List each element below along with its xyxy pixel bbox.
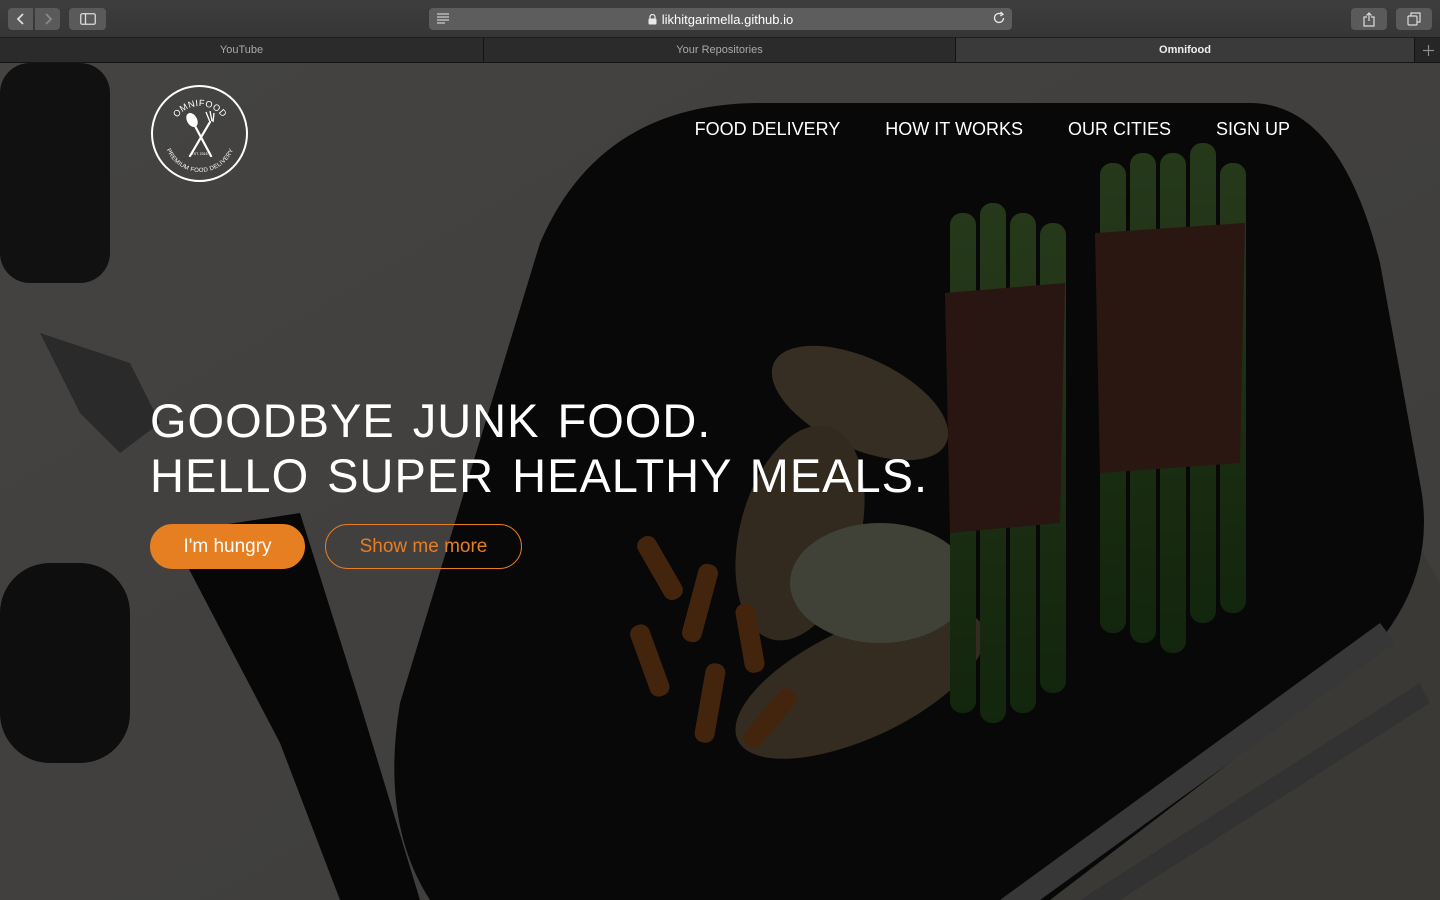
svg-text:OMNIFOOD: OMNIFOOD xyxy=(171,98,229,119)
omnifood-page: OMNIFOOD PREMIUM FOOD DELIVERY EST. 2015… xyxy=(0,63,1440,900)
show-me-more-button[interactable]: Show me more xyxy=(325,524,522,569)
share-button[interactable] xyxy=(1351,8,1387,30)
sidebar-icon xyxy=(79,13,96,25)
browser-toolbar: likhitgarimella.github.io xyxy=(0,0,1440,38)
new-tab-icon xyxy=(1422,44,1434,56)
hero-heading-line-2: HELLO SUPER HEALTHY MEALS. xyxy=(150,449,929,502)
history-nav xyxy=(8,8,60,30)
nav-how-it-works[interactable]: HOW IT WORKS xyxy=(885,119,1023,140)
reader-icon[interactable] xyxy=(436,12,450,27)
main-nav: FOOD DELIVERY HOW IT WORKS OUR CITIES SI… xyxy=(695,119,1290,140)
back-icon xyxy=(16,13,24,25)
sidebar-button[interactable] xyxy=(69,8,106,30)
share-icon xyxy=(1363,11,1375,27)
hero-heading: GOODBYE JUNK FOOD. HELLO SUPER HEALTHY M… xyxy=(150,393,1050,503)
url-text: likhitgarimella.github.io xyxy=(661,11,794,27)
svg-text:EST. 2015: EST. 2015 xyxy=(191,152,207,156)
address-bar[interactable]: likhitgarimella.github.io xyxy=(429,8,1012,30)
nav-our-cities[interactable]: OUR CITIES xyxy=(1068,119,1171,140)
hero-text-box: GOODBYE JUNK FOOD. HELLO SUPER HEALTHY M… xyxy=(150,393,1050,503)
hero-heading-line-1: GOODBYE JUNK FOOD. xyxy=(150,394,712,447)
tabs-overview-button[interactable] xyxy=(1396,8,1432,30)
nav-sign-up[interactable]: SIGN UP xyxy=(1216,119,1290,140)
forward-icon xyxy=(44,13,52,25)
im-hungry-button[interactable]: I'm hungry xyxy=(150,524,305,569)
tab-omnifood[interactable]: Omnifood xyxy=(956,38,1415,62)
back-button[interactable] xyxy=(8,8,33,30)
tab-your-repositories[interactable]: Your Repositories xyxy=(484,38,956,62)
nav-food-delivery[interactable]: FOOD DELIVERY xyxy=(695,119,841,140)
forward-button[interactable] xyxy=(35,8,60,30)
reload-icon[interactable] xyxy=(992,11,1006,28)
new-tab-button[interactable] xyxy=(1416,38,1440,62)
tab-bar: YouTube Your Repositories Omnifood xyxy=(0,38,1440,63)
tabs-overview-icon xyxy=(1407,12,1421,26)
lock-icon xyxy=(648,13,657,25)
omnifood-logo[interactable]: OMNIFOOD PREMIUM FOOD DELIVERY EST. 2015 xyxy=(150,84,249,183)
tab-youtube[interactable]: YouTube xyxy=(0,38,484,62)
